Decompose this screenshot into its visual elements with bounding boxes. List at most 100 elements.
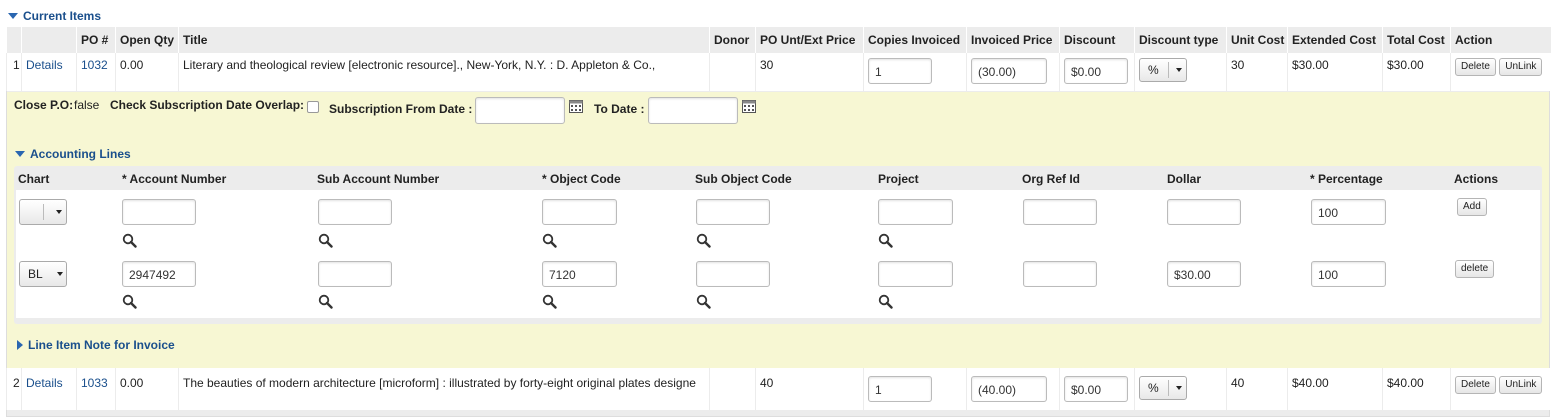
accounting-lines-toggle[interactable]: Accounting Lines <box>15 145 131 163</box>
col-header-total-cost: Total Cost <box>1382 27 1451 53</box>
chart-select-new[interactable] <box>19 199 67 225</box>
acct-col-object-code: * Object Code <box>542 172 621 186</box>
donor <box>709 53 756 91</box>
invoiced-price-input[interactable]: (40.00) <box>971 376 1047 402</box>
magnifier-icon[interactable] <box>878 294 893 309</box>
item-title: Literary and theological review [electro… <box>178 53 710 91</box>
accounting-lines-panel: Chart * Account Number Sub Account Numbe… <box>14 166 1542 324</box>
col-header-extended-cost: Extended Cost <box>1287 27 1383 53</box>
col-header-discount-type: Discount type <box>1134 27 1227 53</box>
object-code-input[interactable]: 7120 <box>542 261 617 287</box>
to-date-label: To Date : <box>594 102 645 116</box>
copies-invoiced-input[interactable]: 1 <box>868 58 932 84</box>
account-number-input-new[interactable] <box>122 199 196 225</box>
col-header-unit-cost: Unit Cost <box>1226 27 1288 53</box>
to-date-input[interactable] <box>648 97 738 124</box>
accounting-lines-title: Accounting Lines <box>30 147 131 161</box>
table-row: 1 Details 1032 0.00 Literary and theolog… <box>6 53 1551 91</box>
discount-type-select[interactable]: % <box>1139 376 1187 400</box>
close-po-value: false <box>74 98 100 112</box>
col-header-title: Title <box>178 27 710 53</box>
donor <box>709 368 756 410</box>
sub-from-date-input[interactable] <box>475 97 565 124</box>
acct-col-percentage: * Percentage <box>1310 172 1383 186</box>
object-code-input-new[interactable] <box>542 199 617 225</box>
invoiced-price-input[interactable]: (30.00) <box>971 58 1047 84</box>
unit-cost: 30 <box>1226 53 1288 91</box>
project-input-new[interactable] <box>878 199 953 225</box>
triangle-down-icon <box>8 13 18 19</box>
acct-col-actions: Actions <box>1454 172 1499 186</box>
col-header-open-qty: Open Qty <box>115 27 179 53</box>
details-link[interactable]: Details <box>26 376 63 390</box>
po-unit-price: 40 <box>755 368 864 410</box>
line-item-note-title: Line Item Note for Invoice <box>28 338 175 352</box>
current-items-toggle[interactable]: Current Items <box>8 7 101 25</box>
acct-col-account-number: * Account Number <box>122 172 227 186</box>
copies-invoiced-input[interactable]: 1 <box>868 376 932 402</box>
total-cost: $40.00 <box>1382 368 1451 410</box>
total-cost: $30.00 <box>1382 53 1451 91</box>
dropdown-caret-icon <box>56 210 62 214</box>
sub-from-label: Subscription From Date : <box>329 102 473 116</box>
percentage-input[interactable]: 100 <box>1311 261 1386 287</box>
col-header-invoiced-price: Invoiced Price <box>966 27 1060 53</box>
project-input[interactable] <box>878 261 953 287</box>
calendar-icon[interactable] <box>569 99 583 113</box>
magnifier-icon[interactable] <box>878 233 893 248</box>
magnifier-icon[interactable] <box>542 294 557 309</box>
unlink-item-button[interactable]: UnLink <box>1499 376 1543 394</box>
po-unit-price: 30 <box>755 53 864 91</box>
magnifier-icon[interactable] <box>318 233 333 248</box>
close-po-label: Close P.O: <box>14 98 74 112</box>
calendar-icon[interactable] <box>742 99 756 113</box>
magnifier-icon[interactable] <box>122 294 137 309</box>
discount-input[interactable]: $0.00 <box>1064 58 1128 84</box>
sub-account-input[interactable] <box>318 261 392 287</box>
line-item-note-toggle[interactable]: Line Item Note for Invoice <box>17 336 175 354</box>
magnifier-icon[interactable] <box>318 294 333 309</box>
current-items-table-row2: 2 Details 1033 0.00 The beauties of mode… <box>6 368 1551 410</box>
magnifier-icon[interactable] <box>542 233 557 248</box>
org-ref-input-new[interactable] <box>1023 199 1097 225</box>
details-link[interactable]: Details <box>26 58 63 72</box>
col-header <box>6 27 22 53</box>
open-qty: 0.00 <box>115 368 179 410</box>
triangle-down-icon <box>15 151 25 157</box>
overlap-checkbox[interactable] <box>307 101 319 113</box>
extended-cost: $40.00 <box>1287 368 1383 410</box>
open-qty: 0.00 <box>115 53 179 91</box>
percentage-input-new[interactable]: 100 <box>1311 199 1386 225</box>
unlink-item-button[interactable]: UnLink <box>1499 58 1543 76</box>
po-number-link[interactable]: 1033 <box>81 376 108 390</box>
current-items-table: PO # Open Qty Title Donor PO Unt/Ext Pri… <box>6 27 1551 91</box>
discount-input[interactable]: $0.00 <box>1064 376 1128 402</box>
dollar-input-new[interactable] <box>1167 199 1241 225</box>
acct-col-chart: Chart <box>18 172 50 186</box>
delete-accounting-line-button[interactable]: delete <box>1455 260 1495 278</box>
account-number-input[interactable]: 2947492 <box>122 261 196 287</box>
po-number-link[interactable]: 1032 <box>81 58 108 72</box>
acct-col-sub-object: Sub Object Code <box>695 172 792 186</box>
sub-account-input-new[interactable] <box>318 199 392 225</box>
acct-col-org-ref: Org Ref Id <box>1022 172 1081 186</box>
discount-type-select[interactable]: % <box>1139 58 1187 82</box>
add-accounting-line-button[interactable]: Add <box>1457 198 1487 216</box>
magnifier-icon[interactable] <box>122 233 137 248</box>
col-header <box>21 27 77 53</box>
row-number: 2 <box>6 368 22 410</box>
dollar-input[interactable]: $30.00 <box>1167 261 1241 287</box>
sub-object-input[interactable] <box>696 261 770 287</box>
extended-cost: $30.00 <box>1287 53 1383 91</box>
magnifier-icon[interactable] <box>696 233 711 248</box>
row-number: 1 <box>6 53 22 91</box>
sub-object-input-new[interactable] <box>696 199 770 225</box>
delete-item-button[interactable]: Delete <box>1455 376 1496 394</box>
check-overlap-label: Check Subscription Date Overlap: <box>110 98 305 112</box>
col-header-discount: Discount <box>1059 27 1135 53</box>
col-header-po: PO # <box>76 27 116 53</box>
delete-item-button[interactable]: Delete <box>1455 58 1496 76</box>
chart-select[interactable]: BL <box>19 261 67 287</box>
org-ref-input[interactable] <box>1023 261 1097 287</box>
magnifier-icon[interactable] <box>696 294 711 309</box>
